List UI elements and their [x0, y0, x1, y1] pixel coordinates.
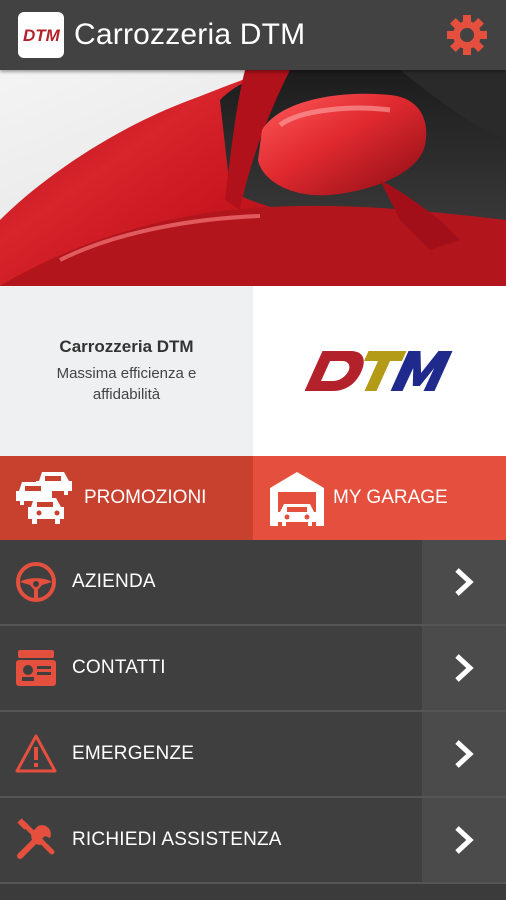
menu-item-azienda[interactable]: AZIENDA: [0, 540, 506, 626]
chevron-right-icon[interactable]: [422, 712, 506, 796]
contact-card-icon: [14, 646, 58, 690]
chevron-right-icon[interactable]: [422, 626, 506, 710]
brand-logo: [253, 286, 506, 456]
menu-item-contatti[interactable]: CONTATTI: [0, 626, 506, 712]
chevron-right-icon[interactable]: [422, 540, 506, 624]
menu-item-emergenze[interactable]: EMERGENZE: [0, 712, 506, 798]
garage-icon: [267, 468, 327, 528]
my-garage-label: MY GARAGE: [333, 487, 448, 508]
menu-item-richiedi-assistenza[interactable]: RICHIEDI ASSISTENZA: [0, 798, 506, 884]
company-name: Carrozzeria DTM: [59, 337, 194, 356]
chevron-right-icon[interactable]: [422, 798, 506, 882]
menu-label-contatti: CONTATTI: [72, 657, 166, 678]
my-garage-button[interactable]: MY GARAGE: [253, 456, 506, 540]
dtm-logo-icon: DTM: [23, 26, 61, 45]
company-info: Carrozzeria DTM Massima efficienza e aff…: [0, 286, 253, 456]
company-tagline: Massima efficienza e affidabilità: [56, 365, 197, 403]
cars-icon: [14, 468, 78, 528]
action-bar: PROMOZIONI MY GARAGE: [0, 456, 506, 540]
gear-icon[interactable]: [444, 12, 490, 58]
tools-icon: [14, 818, 58, 862]
menu-label-richiedi-assistenza: RICHIEDI ASSISTENZA: [72, 829, 282, 850]
app-title: Carrozzeria DTM: [74, 18, 306, 51]
app-bar: DTM Carrozzeria DTM: [0, 0, 506, 70]
menu-label-emergenze: EMERGENZE: [72, 743, 195, 764]
logo-text: DTM: [23, 26, 61, 45]
hero-image: [0, 70, 506, 286]
dtm-brand-logo-icon: [304, 351, 453, 391]
steering-wheel-icon: [14, 560, 58, 604]
main-menu: AZIENDA CONTATTI EMERGENZE RICHIEDI ASSI…: [0, 540, 506, 884]
promotions-label: PROMOZIONI: [84, 487, 207, 508]
app-logo: DTM: [18, 12, 64, 58]
menu-label-azienda: AZIENDA: [72, 571, 156, 592]
info-panel: Carrozzeria DTM Massima efficienza e aff…: [0, 286, 506, 456]
promotions-button[interactable]: PROMOZIONI: [0, 456, 253, 540]
warning-icon: [14, 732, 58, 776]
